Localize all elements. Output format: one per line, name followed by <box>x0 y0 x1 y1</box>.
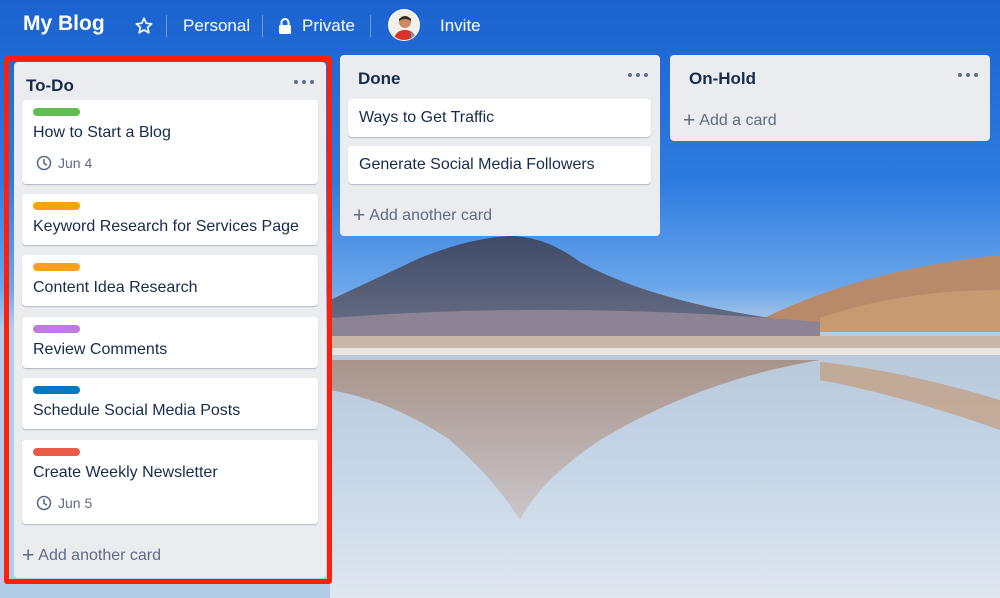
card-label <box>33 202 80 210</box>
clock-icon <box>36 495 52 511</box>
card[interactable]: How to Start a Blog Jun 4 <box>22 100 318 184</box>
invite-label: Invite <box>440 16 481 35</box>
card-title: Review Comments <box>33 341 168 358</box>
add-card-button[interactable]: + Add another card <box>22 545 161 566</box>
avatar[interactable] <box>388 9 420 41</box>
card[interactable]: Content Idea Research <box>22 255 318 306</box>
board-header: My Blog Personal Private Invite <box>0 0 1000 52</box>
list-menu-button[interactable] <box>626 67 650 83</box>
card-label <box>33 263 80 271</box>
lock-icon <box>279 18 291 34</box>
add-card-label: Add another card <box>369 206 493 224</box>
card-title: Generate Social Media Followers <box>359 156 595 173</box>
card[interactable]: Create Weekly Newsletter Jun 5 <box>22 440 318 524</box>
invite-button[interactable]: Invite <box>440 16 481 36</box>
list-menu-button[interactable] <box>292 74 316 90</box>
header-divider <box>166 15 167 37</box>
card[interactable]: Ways to Get Traffic <box>348 99 651 137</box>
card-label <box>33 386 80 394</box>
due-date-badge: Jun 5 <box>36 495 92 511</box>
due-date: Jun 5 <box>58 495 93 511</box>
list-header: Done <box>340 55 660 99</box>
list-todo: To-Do How to Start a Blog Jun 4 Keyword … <box>14 62 326 578</box>
card-label <box>33 108 80 116</box>
card-title: Ways to Get Traffic <box>359 109 495 126</box>
visibility-button[interactable]: Private <box>278 16 355 36</box>
team-button[interactable]: Personal <box>183 16 250 36</box>
card[interactable]: Schedule Social Media Posts <box>22 378 318 429</box>
add-card-button[interactable]: + Add another card <box>353 205 492 226</box>
list-title[interactable]: To-Do <box>26 76 74 96</box>
team-label: Personal <box>183 16 251 35</box>
card-label <box>33 448 80 456</box>
card-title: How to Start a Blog <box>33 124 171 141</box>
list-onhold: On-Hold + Add a card <box>670 55 990 141</box>
card-title: Content Idea Research <box>33 279 198 296</box>
card-label <box>33 325 80 333</box>
list-title[interactable]: Done <box>358 69 401 89</box>
plus-icon: + <box>683 109 696 132</box>
header-divider <box>262 15 263 37</box>
card[interactable]: Keyword Research for Services Page <box>22 194 318 245</box>
due-date: Jun 4 <box>58 155 93 171</box>
card-title: Create Weekly Newsletter <box>33 464 218 481</box>
board-title[interactable]: My Blog <box>23 12 105 36</box>
add-card-label: Add another card <box>38 546 162 564</box>
card-title: Schedule Social Media Posts <box>33 402 241 419</box>
list-menu-button[interactable] <box>956 67 980 83</box>
plus-icon: + <box>353 204 366 227</box>
header-divider <box>370 15 371 37</box>
list-header: On-Hold <box>670 55 990 99</box>
star-button[interactable] <box>134 15 154 37</box>
star-icon <box>135 17 153 34</box>
visibility-label: Private <box>302 16 355 35</box>
plus-icon: + <box>22 544 35 567</box>
card-title: Keyword Research for Services Page <box>33 218 299 235</box>
card[interactable]: Review Comments <box>22 317 318 368</box>
list-done: Done Ways to Get Traffic Generate Social… <box>340 55 660 236</box>
add-card-label: Add a card <box>699 111 777 129</box>
add-card-button[interactable]: + Add a card <box>683 110 777 131</box>
due-date-badge: Jun 4 <box>36 155 92 171</box>
list-title[interactable]: On-Hold <box>689 69 756 89</box>
card[interactable]: Generate Social Media Followers <box>348 146 651 184</box>
clock-icon <box>36 155 52 171</box>
